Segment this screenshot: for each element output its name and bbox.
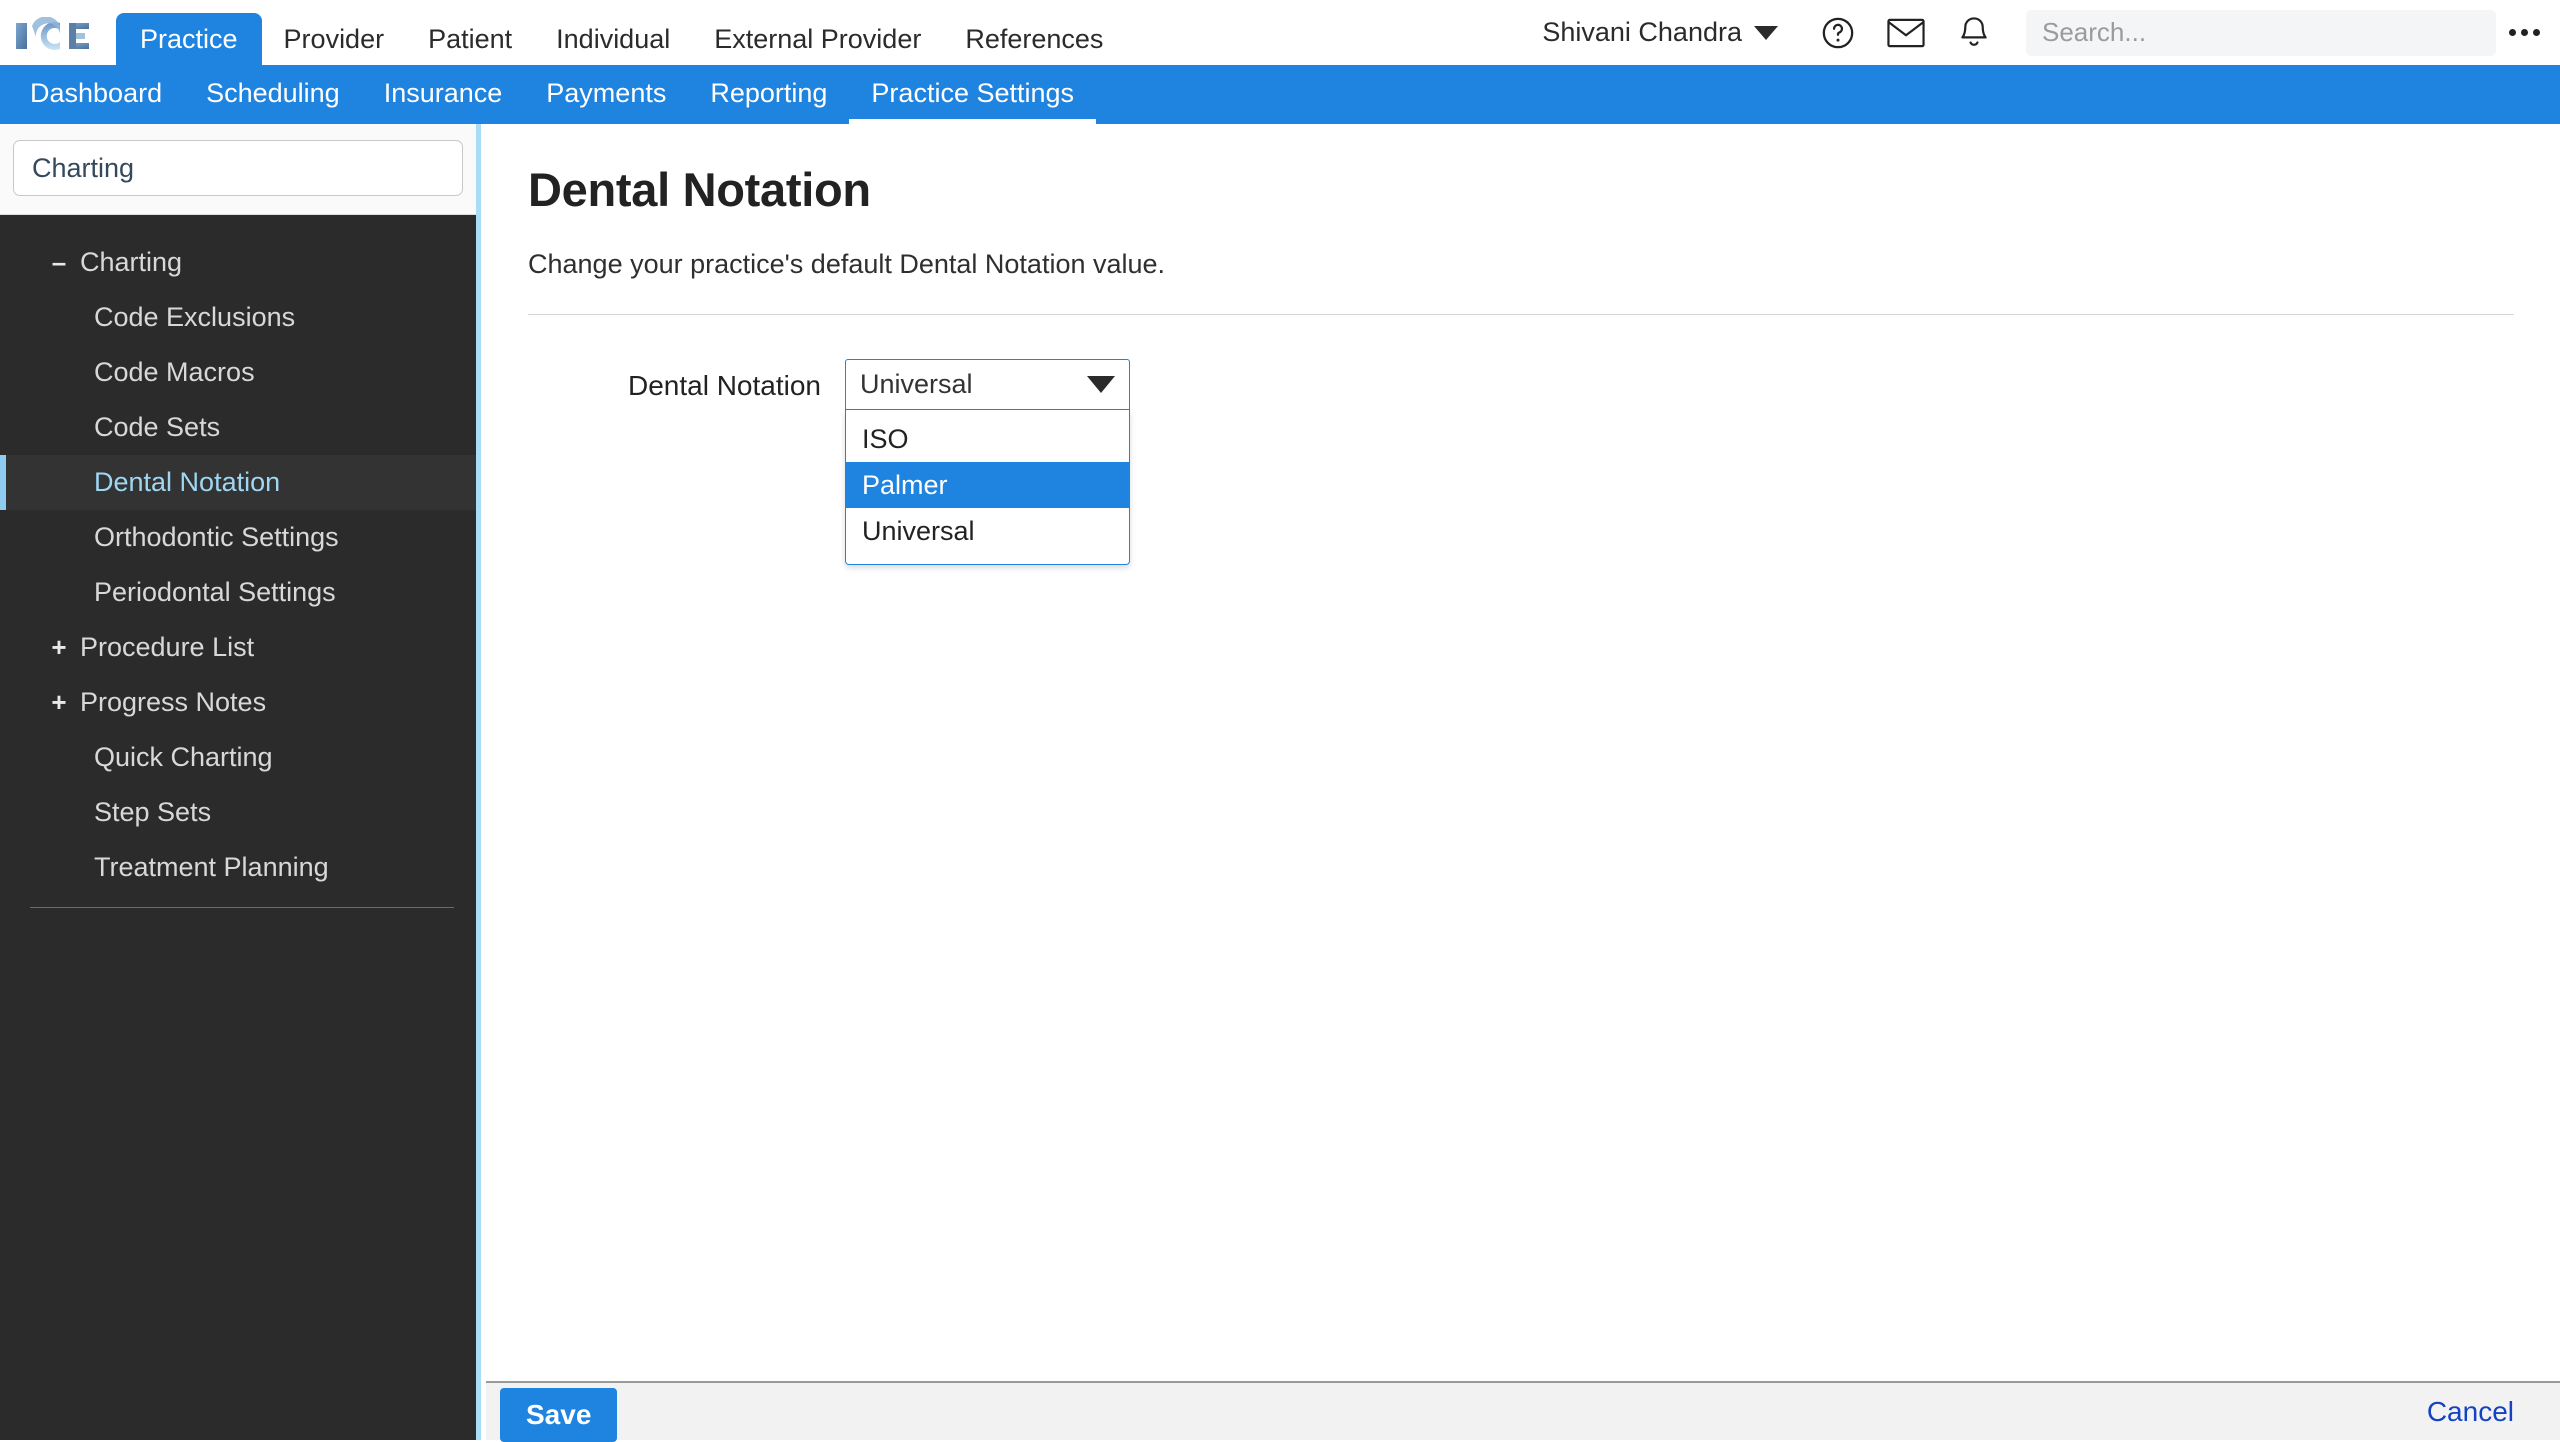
subnav-tab-payments[interactable]: Payments [524, 68, 688, 124]
subnav-tab-dashboard[interactable]: Dashboard [8, 68, 184, 124]
sidebar-item-orthodontic-settings[interactable]: Orthodontic Settings [0, 510, 476, 565]
dental-notation-label: Dental Notation [627, 370, 821, 401]
primary-nav: Practice Provider Patient Individual Ext… [116, 0, 1125, 65]
nav-tab-references[interactable]: References [943, 13, 1125, 65]
kebab-dot [2520, 29, 2528, 36]
sidebar-item-dental-notation[interactable]: Dental Notation [0, 455, 476, 510]
dental-notation-selected-value: Universal [860, 369, 973, 399]
settings-tree: – Charting Code Exclusions Code Macros C… [0, 215, 476, 908]
sidebar-item-label: Code Exclusions [94, 302, 296, 332]
sidebar-item-label: Code Macros [94, 357, 255, 387]
sidebar-item-label: Step Sets [94, 797, 212, 827]
sidebar-item-label: Quick Charting [94, 742, 273, 772]
sidebar-item-label: Charting [80, 247, 183, 277]
sidebar-item-label: Periodontal Settings [94, 577, 336, 607]
secondary-nav: Dashboard Scheduling Insurance Payments … [0, 65, 2560, 124]
option-iso[interactable]: ISO [846, 416, 1129, 462]
top-bar: Practice Provider Patient Individual Ext… [0, 0, 2560, 65]
sidebar-item-label: Treatment Planning [94, 852, 329, 882]
chevron-down-icon [1087, 376, 1115, 393]
nav-tab-practice[interactable]: Practice [116, 13, 262, 65]
sidebar-divider [30, 907, 454, 908]
sidebar-item-procedure-list[interactable]: + Procedure List [0, 620, 476, 675]
sidebar-item-charting[interactable]: – Charting [0, 235, 476, 290]
user-menu[interactable]: Shivani Chandra [1542, 17, 1778, 48]
page-title: Dental Notation [528, 163, 871, 216]
sidebar-item-step-sets[interactable]: Step Sets [0, 785, 476, 840]
user-name: Shivani Chandra [1542, 17, 1742, 47]
nav-tab-provider[interactable]: Provider [262, 13, 407, 65]
action-footer: Save Cancel [486, 1381, 2560, 1442]
sidebar-item-label: Code Sets [94, 412, 221, 442]
overflow-menu-icon[interactable] [2502, 10, 2546, 56]
sidebar-item-progress-notes[interactable]: + Progress Notes [0, 675, 476, 730]
option-palmer[interactable]: Palmer [846, 462, 1129, 508]
collapse-minus-icon[interactable]: – [46, 247, 72, 278]
sidebar-item-treatment-planning[interactable]: Treatment Planning [0, 840, 476, 895]
subnav-tab-reporting[interactable]: Reporting [688, 68, 849, 124]
sidebar-item-label: Progress Notes [80, 687, 267, 717]
ice-logo[interactable] [14, 15, 94, 55]
mail-icon[interactable] [1880, 7, 1932, 59]
top-bar-right: Shivani Chandra [1542, 0, 2560, 65]
subnav-tab-practice-settings[interactable]: Practice Settings [849, 68, 1097, 124]
dental-notation-form-row: Dental Notation Universal ISO Palmer Uni… [528, 359, 2514, 565]
kebab-dot [2532, 29, 2540, 36]
sidebar-item-periodontal-settings[interactable]: Periodontal Settings [0, 565, 476, 620]
sidebar-filter-input[interactable] [13, 140, 463, 196]
subnav-tab-insurance[interactable]: Insurance [362, 68, 525, 124]
dental-notation-select-wrapper: Universal ISO Palmer Universal [845, 359, 1130, 565]
sidebar-item-quick-charting[interactable]: Quick Charting [0, 730, 476, 785]
sidebar-item-label: Dental Notation [94, 467, 281, 497]
chevron-down-icon [1754, 25, 1778, 40]
sidebar-item-code-sets[interactable]: Code Sets [0, 400, 476, 455]
settings-sidebar: – Charting Code Exclusions Code Macros C… [0, 124, 481, 1440]
content-divider [528, 314, 2514, 315]
kebab-dot [2508, 29, 2516, 36]
subnav-tab-scheduling[interactable]: Scheduling [184, 68, 362, 124]
nav-tab-patient[interactable]: Patient [406, 13, 534, 65]
main-content: Dental Notation Change your practice's d… [486, 124, 2560, 1381]
option-universal[interactable]: Universal [846, 508, 1129, 554]
sidebar-item-label: Orthodontic Settings [94, 522, 339, 552]
page-description: Change your practice's default Dental No… [528, 249, 1166, 279]
nav-tab-individual[interactable]: Individual [534, 13, 692, 65]
sidebar-filter-wrapper [0, 124, 476, 215]
search-input[interactable] [2042, 17, 2480, 48]
help-icon[interactable] [1812, 7, 1864, 59]
save-button[interactable]: Save [500, 1387, 618, 1442]
cancel-link[interactable]: Cancel [2427, 1396, 2514, 1428]
dental-notation-options-list: ISO Palmer Universal [845, 410, 1130, 565]
dental-notation-select[interactable]: Universal [845, 359, 1130, 410]
nav-tab-external-provider[interactable]: External Provider [692, 13, 943, 65]
sidebar-item-label: Procedure List [80, 632, 255, 662]
sidebar-item-code-exclusions[interactable]: Code Exclusions [0, 290, 476, 345]
sidebar-item-code-macros[interactable]: Code Macros [0, 345, 476, 400]
expand-plus-icon[interactable]: + [46, 687, 72, 718]
bell-icon[interactable] [1948, 7, 2000, 59]
expand-plus-icon[interactable]: + [46, 632, 72, 663]
search-box[interactable] [2026, 9, 2496, 56]
